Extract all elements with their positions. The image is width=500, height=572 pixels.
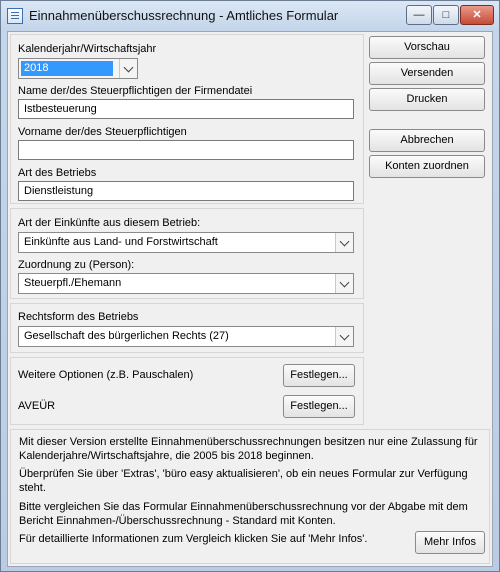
legal-form-label: Rechtsform des Betriebs [18, 311, 139, 323]
taxpayer-group: Kalenderjahr/Wirtschaftsjahr 2018 Name d… [10, 34, 364, 204]
application-window: Einnahmenüberschussrechnung - Amtliches … [0, 0, 500, 572]
assignment-select[interactable]: Steuerpfl./Ehemann [18, 273, 354, 294]
dialog-client-area: Kalenderjahr/Wirtschaftsjahr 2018 Name d… [7, 31, 493, 567]
business-type-label: Art des Betriebs [18, 167, 97, 179]
year-select[interactable]: 2018 [18, 58, 138, 79]
send-button[interactable]: Versenden [369, 62, 485, 85]
options-group: Weitere Optionen (z.B. Pauschalen) Festl… [10, 357, 364, 425]
name-label: Name der/des Steuerpflichtigen der Firme… [18, 85, 253, 97]
name-field[interactable]: Istbesteuerung [18, 99, 354, 119]
more-info-button[interactable]: Mehr Infos [415, 531, 485, 554]
assign-accounts-button[interactable]: Konten zuordnen [369, 155, 485, 178]
legal-form-group: Rechtsform des Betriebs Gesellschaft des… [10, 303, 364, 353]
chevron-down-icon[interactable] [335, 327, 353, 346]
income-type-value: Einkünfte aus Land- und Forstwirtschaft [24, 236, 218, 248]
options-label: Weitere Optionen (z.B. Pauschalen) [18, 369, 194, 381]
aveur-label: AVEÜR [18, 400, 56, 412]
assignment-label: Zuordnung zu (Person): [18, 259, 135, 271]
maximize-button[interactable]: □ [433, 5, 459, 25]
firstname-label: Vorname der/des Steuerpflichtigen [18, 126, 187, 138]
assignment-value: Steuerpfl./Ehemann [24, 277, 122, 289]
legal-form-value: Gesellschaft des bürgerlichen Rechts (27… [24, 330, 229, 342]
business-type-field[interactable]: Dienstleistung [18, 181, 354, 201]
window-title: Einnahmenüberschussrechnung - Amtliches … [29, 8, 339, 23]
info-text-update: Überprüfen Sie über 'Extras', 'büro easy… [19, 468, 468, 494]
chevron-down-icon[interactable] [119, 59, 137, 78]
preview-button[interactable]: Vorschau [369, 36, 485, 59]
income-type-select[interactable]: Einkünfte aus Land- und Forstwirtschaft [18, 232, 354, 253]
cancel-button[interactable]: Abbrechen [369, 129, 485, 152]
chevron-down-icon[interactable] [335, 274, 353, 293]
income-group: Art der Einkünfte aus diesem Betrieb: Ei… [10, 208, 364, 299]
info-text-version: Mit dieser Version erstellte Einnahmenüb… [19, 436, 478, 462]
close-button[interactable]: ✕ [460, 5, 494, 25]
options-festlegen-button[interactable]: Festlegen... [283, 364, 355, 387]
year-label: Kalenderjahr/Wirtschaftsjahr [18, 43, 157, 55]
year-select-value: 2018 [21, 61, 113, 76]
title-bar[interactable]: Einnahmenüberschussrechnung - Amtliches … [1, 1, 499, 31]
info-text-details: Für detaillierte Informationen zum Vergl… [19, 533, 368, 545]
legal-form-select[interactable]: Gesellschaft des bürgerlichen Rechts (27… [18, 326, 354, 347]
info-text-compare: Bitte vergleichen Sie das Formular Einna… [19, 501, 468, 527]
chevron-down-icon[interactable] [335, 233, 353, 252]
minimize-button[interactable]: — [406, 5, 432, 25]
firstname-field[interactable] [18, 140, 354, 160]
app-icon [7, 8, 23, 24]
print-button[interactable]: Drucken [369, 88, 485, 111]
aveur-festlegen-button[interactable]: Festlegen... [283, 395, 355, 418]
income-type-label: Art der Einkünfte aus diesem Betrieb: [18, 217, 201, 229]
info-panel: Mit dieser Version erstellte Einnahmenüb… [10, 429, 490, 564]
